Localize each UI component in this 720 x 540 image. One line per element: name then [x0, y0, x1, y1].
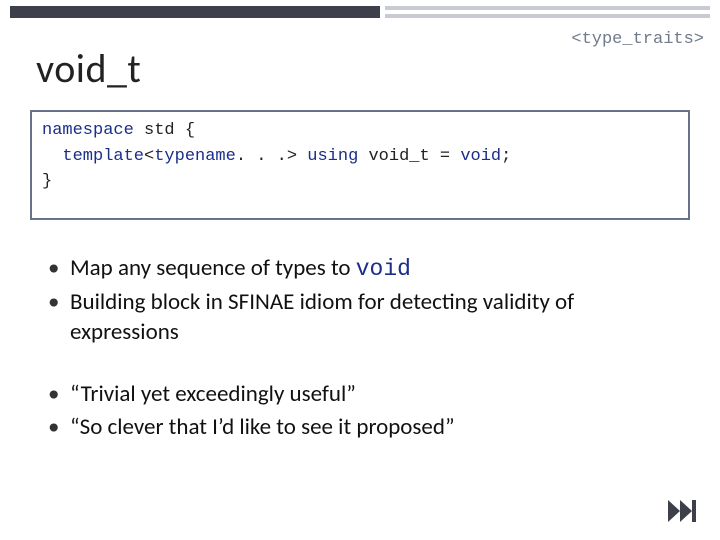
code-text: ; — [501, 147, 511, 166]
bullet-text: “So clever that I’d like to see it propo… — [70, 413, 455, 441]
code-line-2: template<typename. . .> using void_t = v… — [42, 144, 678, 170]
code-line-1: namespace std { — [42, 118, 678, 144]
bullet-list: Map any sequence of types to void Buildi… — [48, 254, 688, 445]
page-title: void_t — [36, 44, 141, 93]
code-text: std { — [134, 121, 195, 140]
bullet-text: Building block in SFINAE idiom for detec… — [70, 288, 574, 346]
bullet-text: “Trivial yet exceedingly useful” — [70, 380, 356, 408]
inline-code-void: void — [356, 256, 411, 282]
accent-bar-light-top — [385, 6, 710, 10]
accent-bar-dark — [10, 6, 380, 18]
header-include-label: <type_traits> — [571, 30, 704, 49]
keyword-template: template — [62, 147, 144, 166]
bullet-item: “So clever that I’d like to see it propo… — [48, 413, 688, 443]
code-text: . . .> — [236, 147, 307, 166]
code-line-3: } — [42, 169, 678, 195]
bullet-item: “Trivial yet exceedingly useful” — [48, 380, 688, 410]
keyword-using: using — [307, 147, 358, 166]
code-text: void_t = — [358, 147, 460, 166]
keyword-void: void — [460, 147, 501, 166]
bullet-text: Map any sequence of types to — [70, 254, 356, 282]
accent-bar-light-bottom — [385, 14, 710, 18]
bullet-item: Map any sequence of types to void — [48, 254, 688, 285]
code-text: < — [144, 147, 154, 166]
fast-forward-icon[interactable] — [668, 500, 696, 522]
keyword-typename: typename — [154, 147, 236, 166]
bullet-item: Building block in SFINAE idiom for detec… — [48, 288, 688, 348]
code-block: namespace std { template<typename. . .> … — [30, 110, 690, 220]
keyword-namespace: namespace — [42, 121, 134, 140]
